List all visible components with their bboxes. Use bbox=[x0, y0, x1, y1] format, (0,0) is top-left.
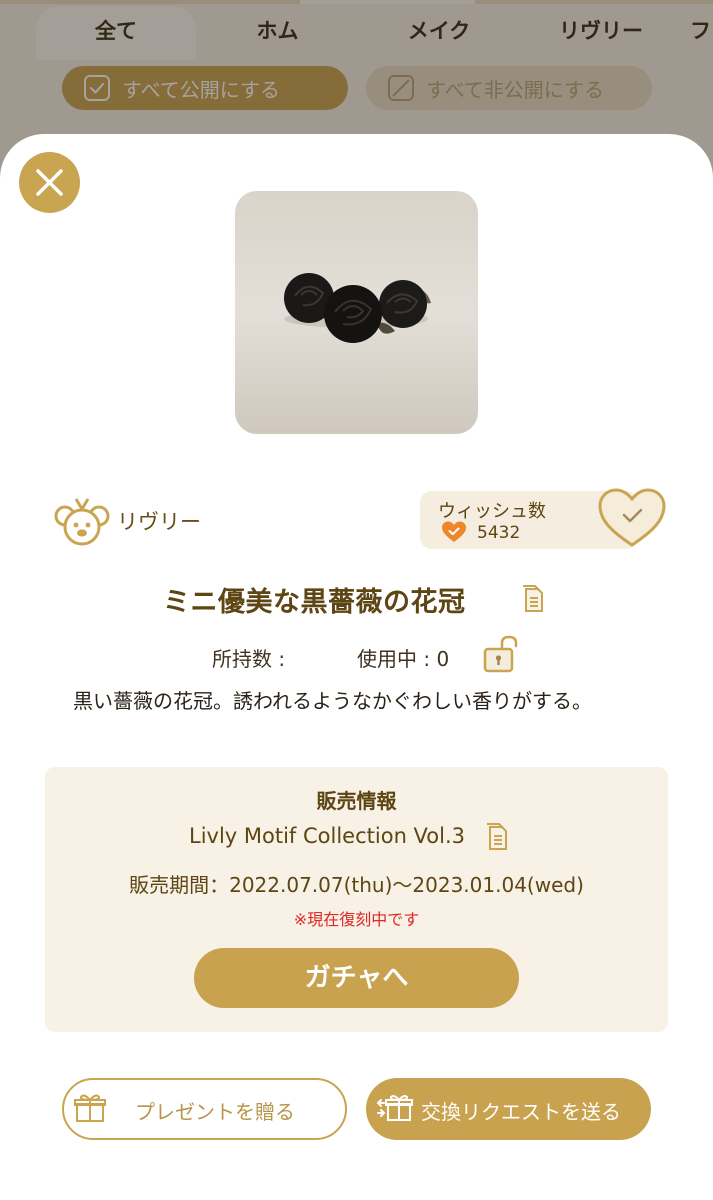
category-label: リヴリー bbox=[117, 510, 201, 534]
sales-rerun-note: ※現在復刻中です bbox=[293, 910, 420, 929]
exchange-gift-icon bbox=[376, 1095, 413, 1121]
gift-icon bbox=[74, 1094, 106, 1122]
close-icon bbox=[36, 169, 63, 196]
wish-count-value: 5432 bbox=[477, 523, 521, 543]
item-document-icon[interactable] bbox=[521, 584, 547, 614]
sales-period: 販売期間：2022.07.07(thu)〜2023.01.04(wed) bbox=[129, 873, 584, 897]
sales-info-title: 販売情報 bbox=[316, 789, 397, 813]
close-button[interactable] bbox=[19, 152, 80, 213]
wish-count-heart-icon bbox=[442, 521, 466, 542]
send-present-label: プレゼントを贈る bbox=[135, 1100, 295, 1124]
unlock-icon[interactable] bbox=[482, 634, 524, 674]
livly-face-icon bbox=[54, 498, 110, 546]
item-image bbox=[235, 191, 478, 434]
item-description: 黒い薔薇の花冠。誘われるようなかぐわしい香りがする。 bbox=[73, 689, 592, 713]
wish-count-title: ウィッシュ数 bbox=[438, 501, 546, 522]
owned-count-label: 所持数 : bbox=[212, 647, 286, 671]
in-use-count: 使用中 : 0 bbox=[357, 647, 450, 671]
collection-document-icon[interactable] bbox=[485, 822, 511, 852]
wish-heart-button[interactable] bbox=[597, 487, 667, 549]
sales-collection-name: Livly Motif Collection Vol.3 bbox=[189, 824, 466, 848]
item-name: ミニ優美な黒薔薇の花冠 bbox=[163, 587, 466, 618]
trade-request-label: 交換リクエストを送る bbox=[421, 1100, 621, 1124]
gacha-button[interactable]: ガチャへ bbox=[194, 948, 519, 1008]
black-rose-crown-image bbox=[284, 273, 431, 343]
